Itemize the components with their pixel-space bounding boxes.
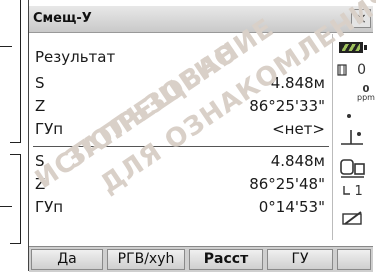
result-row-hah2: ГУп 0°14'53" bbox=[35, 198, 325, 219]
row-value: <нет> bbox=[272, 120, 325, 138]
results-divider bbox=[33, 146, 329, 147]
result-row-z2: Z 86°25'48" bbox=[35, 175, 325, 196]
laser-dot-icon bbox=[347, 114, 351, 118]
result-row-hah1: ГУп <нет> bbox=[35, 120, 325, 141]
title-bar: Смещ-У × bbox=[29, 6, 373, 33]
result-row-z1: Z 86°25'33" bbox=[35, 97, 325, 118]
row-value: 4.848м bbox=[270, 74, 325, 92]
row-label: S bbox=[35, 74, 45, 92]
softkey-dist[interactable]: Расст bbox=[189, 249, 263, 270]
dialog-window: Смещ-У × Результат S 4.848м Z 86°25'33" … bbox=[28, 0, 375, 272]
status-sidebar: 0 0 ppm 1 bbox=[332, 34, 375, 240]
callout-bracket-bottom bbox=[10, 154, 21, 244]
row-label: S bbox=[35, 152, 45, 170]
mode-indicator: 1 bbox=[343, 184, 363, 199]
row-value: 4.848м bbox=[270, 152, 325, 170]
results-header: Результат bbox=[35, 48, 325, 69]
battery-icon bbox=[339, 42, 367, 53]
input-mode-icon bbox=[342, 211, 362, 225]
mode-value: 1 bbox=[354, 184, 363, 199]
softkey-ha[interactable]: ГУ bbox=[267, 249, 333, 270]
row-value: 86°25'33" bbox=[249, 97, 325, 115]
row-value: 0°14'53" bbox=[258, 198, 325, 216]
results-panel: Результат S 4.848м Z 86°25'33" ГУп <нет>… bbox=[29, 34, 331, 234]
instrument-icon bbox=[340, 159, 365, 178]
corner-icon bbox=[343, 186, 350, 195]
ppm-label: ppm bbox=[357, 93, 375, 102]
callout-bracket-top bbox=[10, 0, 21, 143]
row-label: ГУп bbox=[35, 120, 64, 138]
row-label: Z bbox=[35, 97, 46, 115]
callout-line-bottom bbox=[0, 206, 12, 207]
softkey-bar: Да РГВ/xyh Расст ГУ bbox=[29, 246, 373, 272]
row-value: 86°25'48" bbox=[249, 175, 325, 193]
result-row-s1: S 4.848м bbox=[35, 74, 325, 95]
ppm-indicator: 0 ppm bbox=[357, 85, 375, 102]
window-title: Смещ-У bbox=[33, 11, 92, 26]
softkey-yes[interactable]: Да bbox=[31, 249, 103, 270]
row-label: Z bbox=[35, 175, 46, 193]
tilt-icon bbox=[341, 130, 363, 145]
softkey-hvdout[interactable]: РГВ/xyh bbox=[107, 249, 185, 270]
row-label: ГУп bbox=[35, 198, 64, 216]
close-button[interactable]: × bbox=[351, 9, 371, 28]
prism-icon bbox=[337, 64, 347, 76]
target-constant: 0 bbox=[337, 62, 366, 78]
results-header-label: Результат bbox=[35, 48, 116, 66]
softkey-empty[interactable] bbox=[337, 249, 371, 270]
callout-line-top bbox=[0, 46, 12, 47]
target-const-value: 0 bbox=[357, 62, 367, 78]
result-row-s2: S 4.848м bbox=[35, 152, 325, 173]
